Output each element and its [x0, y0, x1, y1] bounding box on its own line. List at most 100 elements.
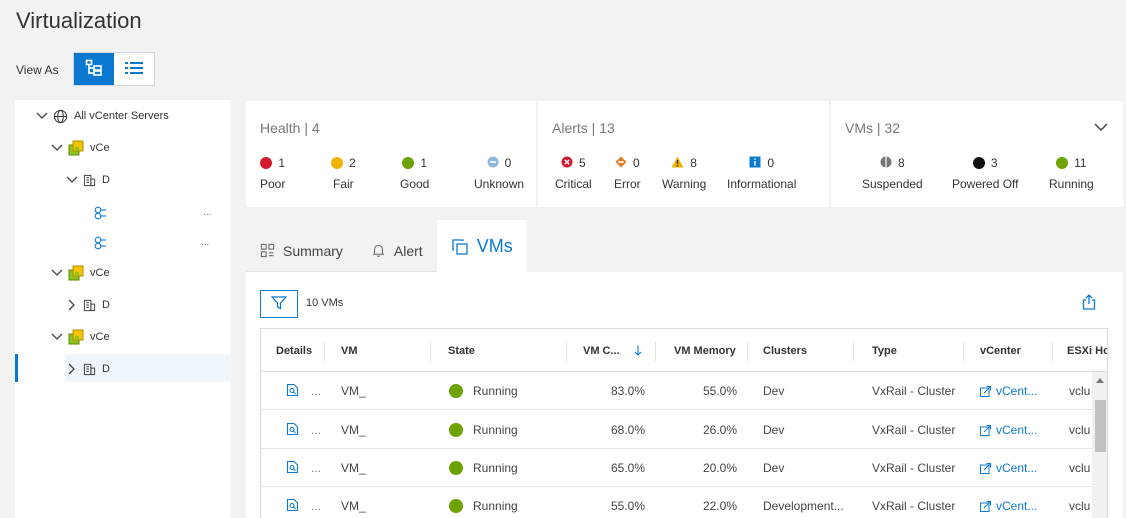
chevron-right-icon[interactable] [65, 363, 79, 375]
tree-node-vcenter-2[interactable]: vCe [50, 262, 110, 284]
health-unknown[interactable]: 0 Unknown [474, 155, 524, 191]
tab-alert[interactable]: Alert [356, 230, 437, 272]
tree-node-vcenter-1[interactable]: vCe [50, 137, 110, 159]
tree-node-label: All vCenter Servers [74, 110, 169, 122]
alerts-warning[interactable]: 8 Warning [662, 155, 706, 191]
chevron-right-icon[interactable] [65, 299, 79, 311]
list-view-button[interactable] [114, 53, 154, 85]
vm-count: 10 VMs [306, 297, 344, 309]
table-scrollbar[interactable] [1092, 372, 1107, 518]
details-cell[interactable]: ... [286, 372, 321, 410]
memory-cell: 20.0% [702, 461, 737, 475]
col-vm-cpu[interactable]: VM C... [583, 329, 642, 372]
chevron-down-icon[interactable] [35, 112, 49, 120]
tab-summary-label: Summary [283, 242, 343, 259]
vcenter-link-label: vCent... [996, 423, 1038, 437]
tree-node-datacenter-1[interactable]: D [65, 169, 110, 191]
tree-node-cluster-1[interactable] [93, 202, 113, 224]
vcenter-icon [68, 265, 84, 281]
vms-suspended[interactable]: 8 Suspended [862, 155, 923, 191]
col-vm[interactable]: VM [341, 329, 358, 372]
type-cell: VxRail - Cluster [872, 384, 956, 398]
tree-node-datacenter-3[interactable]: D [65, 358, 110, 380]
health-good[interactable]: 1 Good [400, 155, 429, 191]
health-poor[interactable]: 1 Poor [260, 155, 285, 191]
chevron-down-icon[interactable] [65, 176, 79, 184]
tab-alert-label: Alert [393, 242, 423, 259]
details-cell[interactable]: ... [286, 449, 321, 487]
health-fair[interactable]: 2 Fair [331, 155, 356, 191]
col-details[interactable]: Details [276, 329, 312, 372]
vcenter-link[interactable]: vCent... [980, 372, 1037, 410]
cpu-cell: 65.0% [610, 461, 645, 475]
warning-icon [671, 156, 684, 171]
vms-panel: 10 VMs Details VM State VM C... VM Memor… [246, 272, 1123, 518]
table-row[interactable]: ... VM_ Running 83.0% 55.0% Dev VxRail -… [261, 372, 1107, 410]
vcenter-link[interactable]: vCent... [980, 487, 1037, 518]
col-vm-cpu-label: VM C... [583, 344, 620, 357]
vm-name-cell: VM_ [341, 423, 366, 437]
table-row[interactable]: ... VM_ Running 65.0% 20.0% Dev VxRail -… [261, 449, 1107, 487]
external-link-icon [980, 385, 991, 397]
tree-node-all-vcenters[interactable]: All vCenter Servers [35, 105, 169, 127]
tab-vms-label: VMs [476, 236, 513, 256]
alerts-informational[interactable]: 0 Informational [727, 155, 796, 191]
cpu-cell: 68.0% [610, 423, 645, 437]
vms-running[interactable]: 11 Running [1049, 155, 1094, 191]
tab-vms[interactable]: VMs [436, 220, 527, 273]
tree-view-button[interactable] [74, 53, 114, 85]
alerts-critical[interactable]: 5 Critical [555, 155, 592, 191]
col-clusters[interactable]: Clusters [763, 329, 807, 372]
vcenter-link[interactable]: vCent... [980, 411, 1037, 449]
col-type[interactable]: Type [872, 329, 897, 372]
filter-button[interactable] [260, 290, 298, 318]
table-header: Details VM State VM C... VM Memory Clust… [261, 329, 1107, 372]
col-vm-memory[interactable]: VM Memory [674, 329, 736, 372]
tree-node-vcenter-3[interactable]: vCe [50, 326, 110, 348]
scroll-thumb[interactable] [1095, 400, 1106, 452]
vcenter-link[interactable]: vCent... [980, 449, 1037, 487]
details-more: ... [311, 423, 322, 437]
col-vcenter[interactable]: vCenter [980, 329, 1021, 372]
health-poor-label: Poor [260, 177, 286, 191]
chevron-down-icon[interactable] [1094, 121, 1108, 135]
alerts-error[interactable]: 0 Error [614, 155, 641, 191]
state-cell: Running [449, 372, 518, 410]
chevron-down-icon[interactable] [50, 333, 64, 341]
state-cell: Running [449, 449, 518, 487]
details-more: ... [311, 461, 322, 475]
alerts-warning-count: 8 [690, 156, 697, 170]
cpu-cell: 83.0% [610, 384, 645, 398]
col-state[interactable]: State [448, 329, 475, 372]
col-esxi-host[interactable]: ESXi Ho [1067, 329, 1107, 372]
chevron-down-icon[interactable] [50, 144, 64, 152]
details-cell[interactable]: ... [286, 487, 321, 518]
tree-node-cluster-2[interactable] [93, 232, 113, 254]
export-icon[interactable] [1082, 294, 1096, 313]
cluster-cell: Dev [763, 423, 785, 437]
chevron-down-icon[interactable] [50, 269, 64, 277]
view-details-icon[interactable] [286, 383, 299, 400]
view-details-icon[interactable] [286, 422, 299, 439]
table-row[interactable]: ... VM_ Running 55.0% 22.0% Development.… [261, 487, 1107, 518]
view-details-icon[interactable] [286, 498, 299, 515]
tree-node-label: vCe [90, 142, 110, 154]
alerts-error-label: Error [614, 177, 641, 191]
vms-running-label: Running [1049, 177, 1094, 191]
view-details-icon[interactable] [286, 460, 299, 477]
health-card: Health | 4 1 Poor 2 Fair 1 Good 0 Unknow… [246, 101, 536, 207]
table-row[interactable]: ... VM_ Running 68.0% 26.0% Dev VxRail -… [261, 411, 1107, 449]
state-label: Running [473, 384, 518, 398]
scroll-up-arrow[interactable] [1096, 378, 1104, 383]
state-label: Running [473, 499, 518, 513]
alerts-title: Alerts | 13 [552, 120, 615, 136]
state-label: Running [473, 461, 518, 475]
running-icon [449, 461, 463, 475]
tree-node-datacenter-2[interactable]: D [65, 294, 110, 316]
tab-summary[interactable]: Summary [246, 230, 357, 272]
sort-descending-icon[interactable] [634, 345, 642, 356]
vms-powered-off[interactable]: 3 Powered Off [952, 155, 1018, 191]
datacenter-icon [83, 174, 96, 187]
esxi-cell: vclu [1069, 499, 1091, 513]
details-cell[interactable]: ... [286, 411, 321, 449]
